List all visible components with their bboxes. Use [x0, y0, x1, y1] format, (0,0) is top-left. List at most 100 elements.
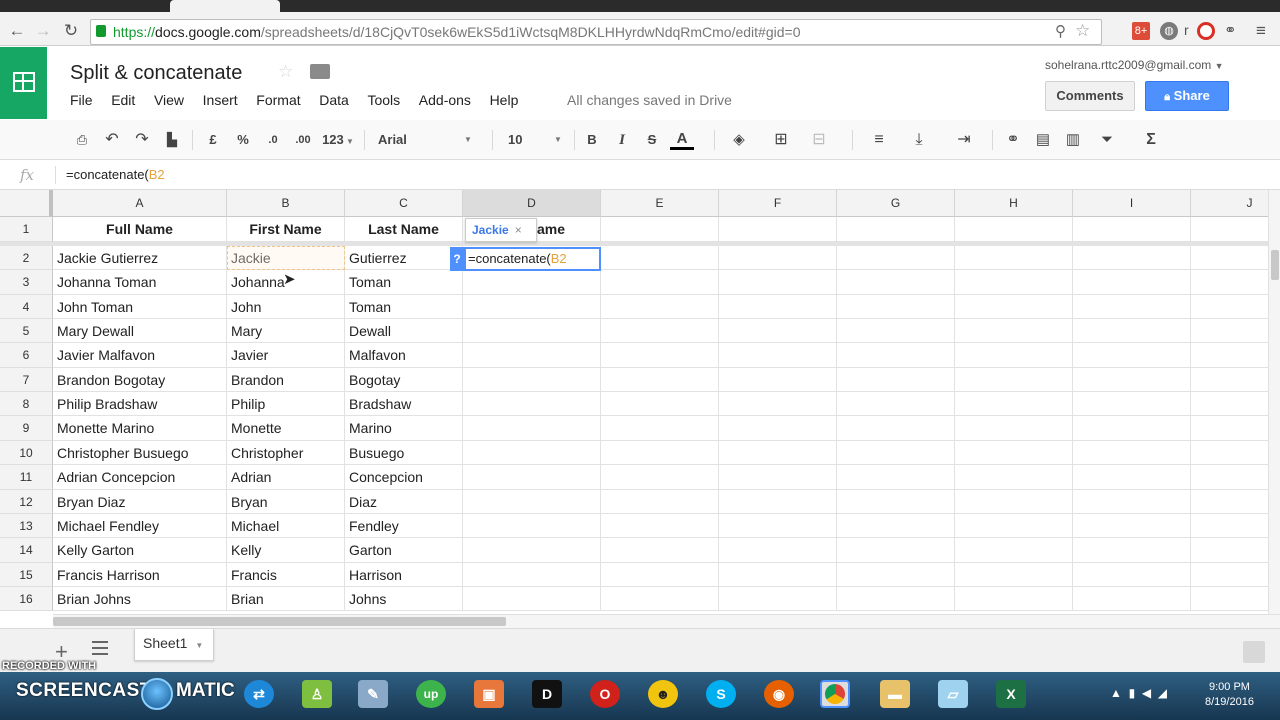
chrome-icon[interactable]	[820, 680, 850, 708]
empty-cell[interactable]	[837, 538, 955, 563]
empty-cell[interactable]	[601, 465, 719, 490]
vertical-align-icon[interactable]: ⤓	[904, 130, 934, 150]
forward-icon[interactable]: →	[32, 20, 54, 42]
cell-full-name[interactable]: Jackie Gutierrez	[53, 246, 227, 270]
empty-cell[interactable]	[955, 490, 1073, 514]
empty-cell[interactable]	[601, 246, 719, 270]
cell-last-name[interactable]: Toman	[345, 270, 463, 295]
cell-last-name[interactable]: Garton	[345, 538, 463, 563]
empty-cell[interactable]	[1073, 563, 1191, 587]
empty-cell[interactable]	[837, 490, 955, 514]
star-icon[interactable]: ☆	[278, 62, 293, 82]
start-button[interactable]	[141, 678, 173, 710]
menu-file[interactable]: File	[70, 92, 93, 108]
empty-cell[interactable]	[601, 441, 719, 465]
empty-cell[interactable]	[837, 295, 955, 319]
empty-cell[interactable]	[1191, 563, 1268, 587]
empty-cell[interactable]	[1191, 416, 1268, 441]
empty-cell[interactable]	[1191, 368, 1268, 392]
empty-cell[interactable]	[1073, 538, 1191, 563]
empty-cell[interactable]	[1191, 490, 1268, 514]
empty-cell[interactable]	[1073, 490, 1191, 514]
empty-cell[interactable]	[955, 563, 1073, 587]
redo-icon[interactable]: ↷	[132, 130, 152, 150]
insert-chart-icon[interactable]: ▥	[1062, 130, 1084, 150]
select-all-corner[interactable]	[0, 190, 53, 217]
cell-last-name[interactable]: Gutierrez	[345, 246, 463, 270]
empty-cell[interactable]	[1073, 217, 1191, 242]
zoom-icon[interactable]: ⚲	[1055, 22, 1066, 40]
empty-cell[interactable]	[1191, 246, 1268, 270]
row-header[interactable]: 4	[0, 295, 53, 319]
sheet-tab[interactable]: Sheet1 ▼	[134, 629, 214, 661]
back-icon[interactable]: ←	[6, 20, 28, 42]
empty-cell[interactable]	[719, 295, 837, 319]
empty-cell[interactable]	[463, 563, 601, 587]
font-size-select[interactable]: 10 ▼	[508, 130, 568, 150]
browser-tab[interactable]	[170, 0, 280, 12]
cell-full-name[interactable]: Adrian Concepcion	[53, 465, 227, 490]
extension-record-icon[interactable]	[1197, 22, 1215, 40]
empty-cell[interactable]	[1073, 441, 1191, 465]
cell-full-name[interactable]: Bryan Diaz	[53, 490, 227, 514]
empty-cell[interactable]	[601, 563, 719, 587]
cell-first-name[interactable]: Kelly	[227, 538, 345, 563]
column-header-c[interactable]: C	[345, 190, 463, 217]
row-header[interactable]: 15	[0, 563, 53, 587]
vertical-scroll-thumb[interactable]	[1271, 250, 1279, 280]
cell-first-name[interactable]: Brian	[227, 587, 345, 611]
document-title[interactable]: Split & concatenate	[70, 62, 242, 85]
empty-cell[interactable]	[837, 319, 955, 343]
google-plus-icon[interactable]: 8+	[1132, 22, 1150, 40]
empty-cell[interactable]	[463, 441, 601, 465]
folder-icon[interactable]	[310, 64, 330, 79]
empty-cell[interactable]	[463, 319, 601, 343]
row-header[interactable]: 6	[0, 343, 53, 368]
empty-cell[interactable]	[1191, 270, 1268, 295]
menu-data[interactable]: Data	[319, 92, 349, 108]
column-header-d[interactable]: D	[463, 190, 601, 217]
empty-cell[interactable]	[1191, 319, 1268, 343]
all-sheets-menu-icon[interactable]	[92, 641, 108, 655]
empty-cell[interactable]	[1191, 295, 1268, 319]
paint-icon[interactable]: ✎	[358, 680, 388, 708]
column-header-h[interactable]: H	[955, 190, 1073, 217]
cell-first-name[interactable]: Michael	[227, 514, 345, 538]
horizontal-scroll-thumb[interactable]	[53, 617, 506, 626]
empty-cell[interactable]	[719, 538, 837, 563]
bookmark-star-icon[interactable]: ☆	[1075, 21, 1090, 41]
menu-format[interactable]: Format	[256, 92, 300, 108]
empty-cell[interactable]	[837, 514, 955, 538]
empty-cell[interactable]	[463, 392, 601, 416]
row-header[interactable]: 10	[0, 441, 53, 465]
cell-full-name[interactable]: Christopher Busuego	[53, 441, 227, 465]
cell-first-name[interactable]: Christopher	[227, 441, 345, 465]
cell-last-name[interactable]: Toman	[345, 295, 463, 319]
cell-full-name[interactable]: Monette Marino	[53, 416, 227, 441]
firefox-icon[interactable]: ◉	[764, 680, 794, 708]
row-header[interactable]: 13	[0, 514, 53, 538]
text-color-button[interactable]: A	[670, 130, 694, 150]
cell-full-name[interactable]: Mary Dewall	[53, 319, 227, 343]
cell-first-name[interactable]: Monette	[227, 416, 345, 441]
empty-cell[interactable]	[601, 270, 719, 295]
app-person-icon[interactable]: ♙	[302, 680, 332, 708]
save-status[interactable]: All changes saved in Drive	[567, 92, 732, 108]
extension-globe-icon[interactable]: ◍	[1160, 22, 1178, 40]
empty-cell[interactable]	[719, 246, 837, 270]
empty-cell[interactable]	[955, 319, 1073, 343]
account-email[interactable]: sohelrana.rttc2009@gmail.com ▼	[1045, 58, 1224, 72]
extension-r-icon[interactable]: r	[1184, 22, 1189, 38]
explore-icon[interactable]	[1243, 641, 1265, 663]
column-header-e[interactable]: E	[601, 190, 719, 217]
cell-full-name[interactable]: Brian Johns	[53, 587, 227, 611]
cell-first-name[interactable]: Mary	[227, 319, 345, 343]
cell-first-name[interactable]: John	[227, 295, 345, 319]
empty-cell[interactable]	[837, 416, 955, 441]
row-header[interactable]: 8	[0, 392, 53, 416]
cell-first-name[interactable]: Francis	[227, 563, 345, 587]
chrome-menu-icon[interactable]: ≡	[1256, 21, 1266, 41]
empty-cell[interactable]	[837, 270, 955, 295]
system-tray[interactable]: ▲ ▮ ◀ ◢	[1110, 686, 1167, 700]
empty-cell[interactable]	[837, 217, 955, 242]
